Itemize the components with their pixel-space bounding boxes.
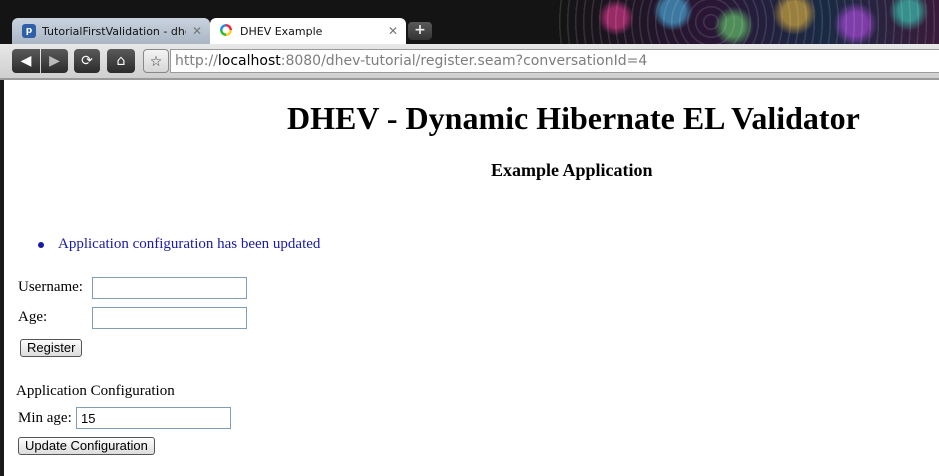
close-icon[interactable]: ✕ [192,24,202,38]
page-content: DHEV - Dynamic Hibernate EL Validator Ex… [4,80,939,476]
status-message: Application configuration has been updat… [34,236,320,253]
status-message-text: Application configuration has been updat… [58,236,321,252]
page-icon: p [22,24,36,38]
loading-spinner-icon [220,24,234,38]
theme-decoration [559,0,939,44]
page-subtitle: Example Application [491,160,653,180]
forward-arrow-icon[interactable]: ▶ [41,49,68,73]
update-configuration-button[interactable]: Update Configuration [18,437,155,455]
url-scheme: http:// [175,53,218,69]
username-label: Username: [18,279,83,295]
address-bar[interactable]: http://localhost:8080/dhev-tutorial/regi… [170,49,939,73]
config-heading: Application Configuration [16,383,175,399]
url-host: localhost [217,53,281,69]
home-icon[interactable]: ⌂ [107,49,135,73]
min-age-label: Min age: [18,410,72,426]
register-button[interactable]: Register [20,339,83,357]
page-title: DHEV - Dynamic Hibernate EL Validator [287,100,860,136]
back-arrow-icon[interactable]: ◀ [12,49,40,73]
status-messages: Application configuration has been updat… [34,236,320,253]
url-path: :8080/dhev-tutorial/register.seam?conver… [280,53,648,69]
username-input[interactable] [92,277,247,299]
age-input[interactable] [92,307,247,329]
bullet-icon [38,241,44,248]
age-label: Age: [18,309,48,325]
tab-title: TutorialFirstValidation - dhe… [42,24,186,38]
navigation-toolbar: ◀ ▶ ⟳ ⌂ ☆ http://localhost:8080/dhev-tut… [0,44,939,78]
close-icon[interactable]: ✕ [388,24,398,38]
star-icon[interactable]: ☆ [143,49,169,73]
tab-dhev-example[interactable]: DHEV Example ✕ [210,18,406,44]
tab-title: DHEV Example [240,24,323,38]
reload-icon[interactable]: ⟳ [74,49,100,73]
new-tab-button[interactable]: + [408,22,432,40]
browser-chrome: p TutorialFirstValidation - dhe… ✕ DHEV … [0,0,939,78]
tab-tutorial[interactable]: p TutorialFirstValidation - dhe… ✕ [12,18,210,44]
min-age-input[interactable] [76,407,231,429]
